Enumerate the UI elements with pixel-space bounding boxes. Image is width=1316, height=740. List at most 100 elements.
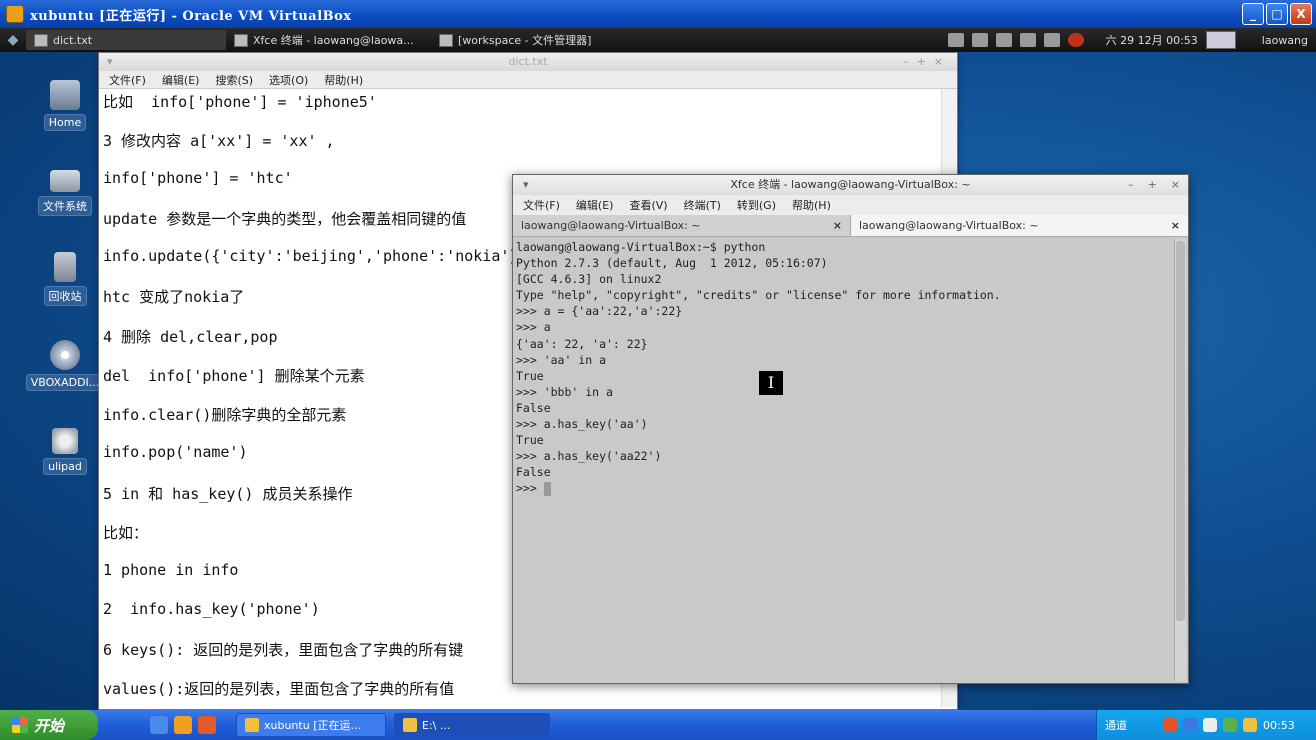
cdrom-icon	[50, 340, 80, 370]
antivirus-icon[interactable]	[1163, 718, 1177, 732]
desktop-icon-home[interactable]: Home	[30, 80, 100, 131]
windows-logo-icon	[12, 717, 28, 733]
maximize-icon[interactable]: +	[1148, 175, 1157, 195]
terminal-line: >>> a = {'aa':22,'a':22}	[516, 304, 683, 319]
tray-label[interactable]: 通道	[1105, 717, 1127, 733]
start-label: 开始	[34, 716, 65, 735]
text-line: 1 phone in info	[103, 561, 239, 579]
terminal-line: [GCC 4.6.3] on linux2	[516, 272, 662, 287]
desktop-icon-label: 文件系统	[38, 196, 92, 216]
security-icon[interactable]	[1223, 718, 1237, 732]
terminal-tab-1[interactable]: laowang@laowang-VirtualBox: ~ ×	[513, 215, 851, 236]
terminal-scrollbar[interactable]	[1174, 239, 1186, 681]
ime-icon[interactable]	[1243, 718, 1257, 732]
tab-label: laowang@laowang-VirtualBox: ~	[521, 219, 701, 232]
panel-user[interactable]: laowang	[1262, 34, 1308, 47]
folder-icon	[439, 33, 453, 47]
menu-view[interactable]: 查看(V)	[629, 197, 667, 213]
menu-help[interactable]: 帮助(H)	[792, 197, 831, 213]
close-icon[interactable]: ×	[1171, 175, 1180, 195]
terminal-window-controls: – + ×	[1128, 175, 1180, 195]
terminal-line: laowang@laowang-VirtualBox:~$ python	[516, 240, 766, 254]
close-tab-icon[interactable]: ×	[1171, 219, 1180, 232]
host-clock[interactable]: 00:53	[1263, 719, 1295, 732]
text-line: htc 变成了nokia了	[103, 288, 245, 306]
terminal-tab-2[interactable]: laowang@laowang-VirtualBox: ~ ×	[851, 215, 1188, 236]
battery-icon[interactable]	[971, 33, 988, 47]
text-line: info.pop('name')	[103, 443, 248, 461]
text-line: info['phone'] = 'htc'	[103, 169, 293, 187]
terminal-line: >>> a.has_key('aa22')	[516, 449, 662, 464]
text-line: 2 info.has_key('phone')	[103, 600, 320, 618]
editor-window-controls[interactable]: –+×	[903, 53, 951, 71]
close-tab-icon[interactable]: ×	[833, 219, 842, 232]
terminal-title: Xfce 终端 - laowang@laowang-VirtualBox: ~	[730, 178, 971, 191]
desktop-icon-filesystem[interactable]: 文件系统	[30, 162, 100, 216]
panel-task-label: [workspace - 文件管理器]	[458, 34, 592, 47]
desktop-icon-label: ulipad	[43, 458, 87, 475]
xfce-top-panel: ◆ dict.txt Xfce 终端 - laowang@laowa... [w…	[0, 28, 1316, 52]
trash-icon	[54, 252, 76, 282]
app-icon[interactable]	[174, 716, 192, 734]
panel-task-dict[interactable]: dict.txt	[26, 30, 226, 50]
start-button[interactable]: 开始	[0, 710, 98, 740]
window-menu-icon[interactable]: ▾	[107, 53, 113, 71]
panel-clock[interactable]: 六 29 12月 00:53	[1106, 32, 1198, 48]
show-desktop-button[interactable]	[1205, 31, 1236, 49]
window-menu-icon[interactable]: ▾	[523, 175, 529, 195]
text-line: 3 修改内容 a['xx'] = 'xx' ,	[103, 132, 335, 150]
network-icon[interactable]	[1043, 33, 1060, 47]
folder-icon	[403, 718, 417, 732]
text-line: info.update({'city':'beijing','phone':'n…	[103, 247, 528, 265]
terminal-screen[interactable]: laowang@laowang-VirtualBox:~$ python Pyt…	[515, 239, 1173, 681]
menu-file[interactable]: 文件(F)	[523, 197, 560, 213]
text-line: info.clear()删除字典的全部元素	[103, 406, 347, 424]
panel-task-terminal[interactable]: Xfce 终端 - laowang@laowa...	[226, 30, 431, 50]
text-line: 4 删除 del,clear,pop	[103, 328, 278, 346]
applications-menu-icon[interactable]: ◆	[0, 28, 26, 52]
editor-title-bar: ▾ dict.txt –+×	[99, 53, 957, 71]
window-controls: _ □ X	[1242, 3, 1312, 25]
host-task-explorer[interactable]: E:\ ...	[394, 713, 550, 737]
desktop-icon-trash[interactable]: 回收站	[30, 252, 100, 306]
panel-task-file-manager[interactable]: [workspace - 文件管理器]	[431, 30, 631, 50]
menu-go[interactable]: 转到(G)	[737, 197, 776, 213]
browser-icon[interactable]	[150, 716, 168, 734]
tab-label: laowang@laowang-VirtualBox: ~	[859, 219, 1039, 232]
terminal-icon	[234, 33, 248, 47]
terminal-line: True	[516, 433, 544, 448]
terminal-line: True	[516, 368, 544, 383]
panel-task-label: dict.txt	[53, 33, 93, 47]
volume-icon[interactable]	[1203, 718, 1217, 732]
virtualbox-title-bar: xubuntu [正在运行] - Oracle VM VirtualBox _ …	[0, 0, 1316, 28]
update-notifier-icon[interactable]	[1067, 33, 1084, 47]
maximize-button[interactable]: □	[1266, 3, 1288, 25]
terminal-line: False	[516, 400, 551, 415]
host-task-virtualbox[interactable]: xubuntu [正在运...	[236, 713, 386, 737]
menu-edit[interactable]: 编辑(E)	[576, 197, 614, 213]
menu-terminal[interactable]: 终端(T)	[684, 197, 721, 213]
terminal-line: Python 2.7.3 (default, Aug 1 2012, 05:16…	[516, 256, 828, 271]
host-task-label: E:\ ...	[422, 718, 451, 732]
minimize-button[interactable]: _	[1242, 3, 1264, 25]
terminal-line: {'aa': 22, 'a': 22}	[516, 336, 648, 351]
minimize-icon[interactable]: –	[1128, 175, 1134, 195]
desktop-icon-ulipad[interactable]: ulipad	[30, 428, 100, 475]
text-line: 比如：	[103, 524, 149, 542]
mail-icon[interactable]	[1019, 33, 1036, 47]
app-icon[interactable]	[198, 716, 216, 734]
text-line: del info['phone'] 删除某个元素	[103, 367, 365, 385]
app-icon	[52, 428, 78, 454]
virtualbox-app-icon	[6, 5, 24, 23]
host-system-tray: 通道 00:53	[1096, 710, 1316, 740]
volume-icon[interactable]	[995, 33, 1012, 47]
home-icon	[50, 80, 80, 110]
text-line: 5 in 和 has_key() 成员关系操作	[103, 485, 353, 503]
desktop-icon-vboxadditions[interactable]: VBOXADDI...	[25, 340, 105, 391]
terminal-prompt-line: >>>	[515, 480, 1173, 496]
scrollbar-thumb[interactable]	[1176, 241, 1185, 621]
network-icon[interactable]	[1183, 718, 1197, 732]
close-button[interactable]: X	[1290, 3, 1312, 25]
terminal-line: False	[516, 465, 551, 480]
keyboard-icon[interactable]	[947, 33, 964, 47]
